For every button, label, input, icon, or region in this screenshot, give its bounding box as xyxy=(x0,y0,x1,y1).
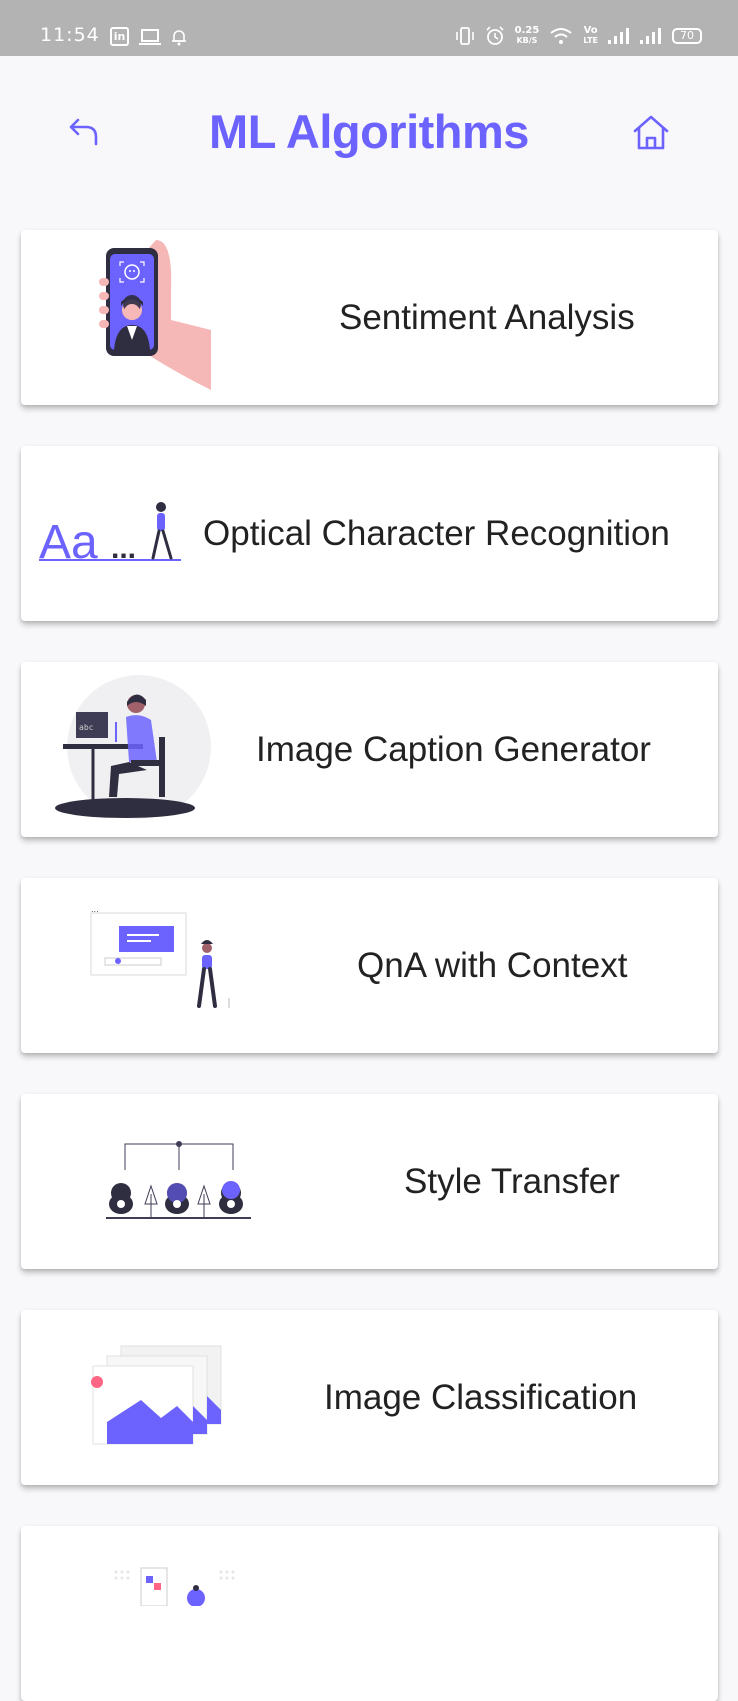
person-with-message-board-illustration: ... xyxy=(21,878,261,1053)
signal-icon xyxy=(640,28,661,44)
battery-level: 70 xyxy=(680,29,694,42)
stacked-images-illustration xyxy=(21,1310,261,1485)
style-transfer-illustration xyxy=(21,1094,261,1269)
algorithm-card-style-transfer[interactable]: Style Transfer xyxy=(21,1094,718,1269)
algorithm-label: QnA with Context xyxy=(357,945,628,985)
svg-text:abc: abc xyxy=(79,723,94,732)
volte-indicator: Vo LTE xyxy=(583,25,598,46)
algorithm-card-qna-with-context[interactable]: ... QnA with Context xyxy=(21,878,718,1053)
notification-bell-icon xyxy=(172,29,186,45)
vibrate-icon xyxy=(455,27,474,45)
algorithm-label: Image Caption Generator xyxy=(256,729,651,769)
algorithm-card-ocr[interactable]: Aa ... Optical Character Recognition xyxy=(21,446,718,621)
status-left-icons: in xyxy=(110,27,187,46)
linkedin-icon: in xyxy=(110,27,129,46)
laptop-icon xyxy=(139,28,161,45)
wifi-icon xyxy=(550,28,572,44)
svg-text:Aa: Aa xyxy=(39,516,98,569)
algorithm-label: Sentiment Analysis xyxy=(339,297,635,337)
algorithm-label: Style Transfer xyxy=(404,1161,620,1201)
algorithm-label: Image Classification xyxy=(324,1377,638,1417)
app-bar: ML Algorithms xyxy=(0,56,738,206)
page-title: ML Algorithms xyxy=(209,105,529,158)
phone-face-scan-illustration xyxy=(21,230,261,405)
status-right-icons: 0.25 KB/S Vo LTE 70 xyxy=(455,26,702,46)
algorithm-card-partial[interactable] xyxy=(21,1526,718,1701)
battery-icon: 70 xyxy=(672,28,702,44)
alarm-icon xyxy=(486,26,504,45)
home-button[interactable] xyxy=(630,112,672,154)
person-at-computer-illustration: abc xyxy=(21,662,261,837)
status-bar: 11:54 in 0.25 KB/S Vo LTE 70 xyxy=(0,0,738,56)
home-icon xyxy=(633,115,669,150)
algorithm-card-image-caption-generator[interactable]: abc Image Caption Generator xyxy=(21,662,718,837)
algorithm-card-image-classification[interactable]: Image Classification xyxy=(21,1310,718,1485)
card-illustration-partial xyxy=(21,1526,261,1701)
svg-text:...: ... xyxy=(91,905,99,914)
algorithm-label: Optical Character Recognition xyxy=(203,513,670,553)
network-speed: 0.25 KB/S xyxy=(514,25,540,46)
status-time: 11:54 xyxy=(40,24,100,46)
algorithm-card-sentiment-analysis[interactable]: Sentiment Analysis xyxy=(21,230,718,405)
signal-icon xyxy=(608,28,629,44)
